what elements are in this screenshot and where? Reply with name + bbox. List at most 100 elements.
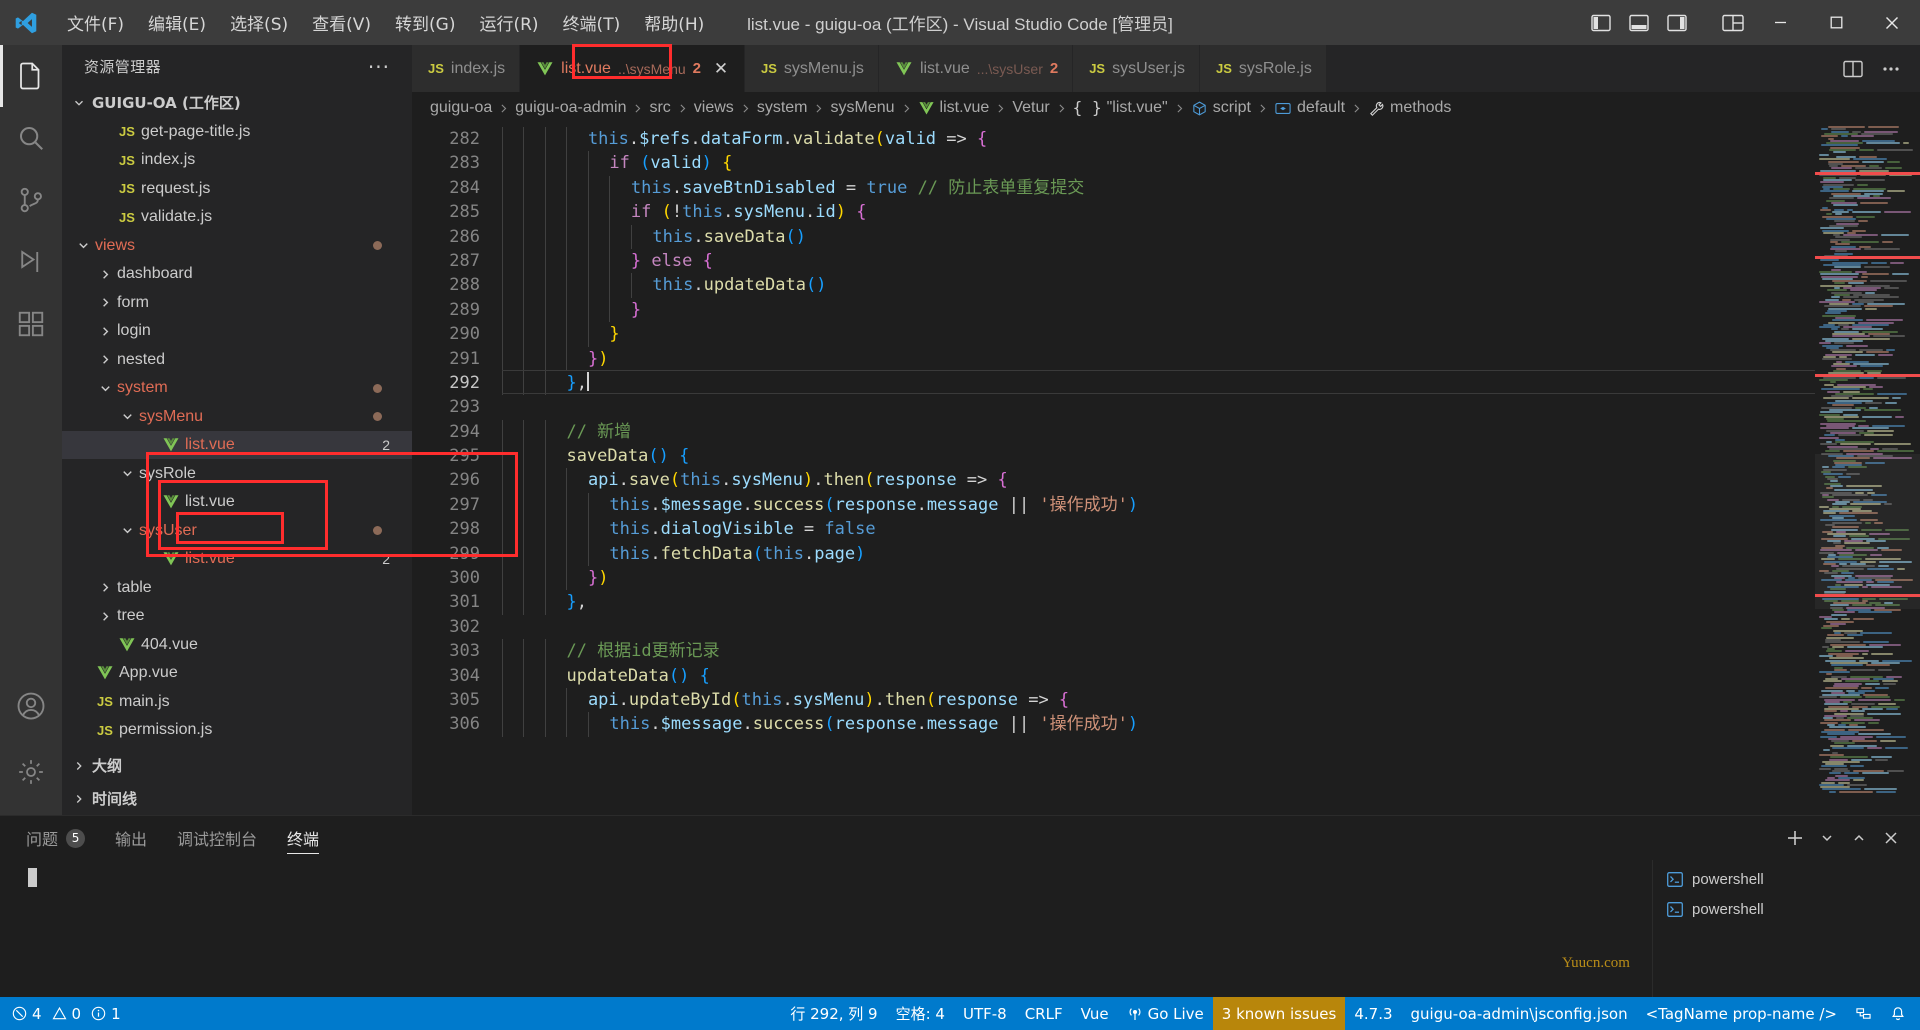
tree-item-main-js[interactable]: JSmain.js	[62, 687, 412, 716]
status-eol[interactable]: CRLF	[1016, 997, 1072, 1030]
status-known-issues[interactable]: 3 known issues	[1213, 997, 1346, 1030]
terminal-output[interactable]	[0, 860, 1652, 997]
menu-go[interactable]: 转到(G)	[384, 5, 466, 40]
breadcrumb[interactable]: guigu-oa guigu-oa-admin src views system sysM…	[412, 92, 1920, 124]
tree-item-404-vue[interactable]: 404.vue	[62, 630, 412, 659]
breadcrumb-item-methods[interactable]: methods	[1368, 99, 1451, 117]
split-editor-icon[interactable]	[1836, 52, 1870, 86]
toggle-secondary-sidebar-icon[interactable]	[1658, 0, 1696, 45]
window-minimize-button[interactable]	[1752, 0, 1808, 45]
menu-file[interactable]: 文件(F)	[56, 5, 135, 40]
window-maximize-button[interactable]	[1808, 0, 1864, 45]
status-indentation[interactable]: 空格: 4	[887, 997, 954, 1030]
toggle-primary-sidebar-icon[interactable]	[1582, 0, 1620, 45]
tree-item-request-js[interactable]: JSrequest.js	[62, 174, 412, 203]
activity-extensions-icon[interactable]	[0, 293, 62, 355]
breadcrumb-item-src[interactable]: src	[649, 99, 670, 117]
toggle-panel-icon[interactable]	[1620, 0, 1658, 45]
tree-item-permission-js[interactable]: JSpermission.js	[62, 716, 412, 745]
status-tagname[interactable]: <TagName prop-name />	[1637, 997, 1846, 1030]
breadcrumb-item-default[interactable]: default	[1274, 99, 1345, 117]
terminal-dropdown-icon[interactable]	[1812, 823, 1842, 853]
panel-tab-debug-console[interactable]: 调试控制台	[177, 816, 257, 860]
tree-item-sysrole[interactable]: sysRole	[62, 459, 412, 488]
status-go-live[interactable]: Go Live	[1118, 997, 1213, 1030]
status-jsconfig[interactable]: guigu-oa-admin\jsconfig.json	[1402, 997, 1637, 1030]
panel-tab-output[interactable]: 输出	[115, 816, 147, 860]
tab-sysmenu-js[interactable]: JSsysMenu.js	[745, 45, 879, 92]
status-notifications-bell-icon[interactable]	[1881, 997, 1920, 1030]
breadcrumb-item-list-vue[interactable]: list.vue	[918, 99, 990, 117]
tree-item-get-page-title-js[interactable]: JSget-page-title.js	[62, 117, 412, 146]
minimap[interactable]	[1815, 124, 1920, 815]
maximize-panel-icon[interactable]	[1844, 823, 1874, 853]
tree-item-views[interactable]: views	[62, 231, 412, 260]
menu-edit[interactable]: 编辑(E)	[137, 5, 217, 40]
terminal-instance-2[interactable]: powershell	[1653, 894, 1920, 924]
tree-item-sysmenu[interactable]: sysMenu	[62, 402, 412, 431]
tree-item-tree[interactable]: tree	[62, 602, 412, 631]
terminal-instance-1[interactable]: powershell	[1653, 864, 1920, 894]
workspace-section-header[interactable]: GUIGU-OA (工作区)	[62, 88, 412, 117]
customize-layout-icon[interactable]	[1714, 0, 1752, 45]
menu-terminal[interactable]: 终端(T)	[552, 5, 632, 40]
tab-close-icon[interactable]: ✕	[712, 59, 730, 79]
tree-item-list-vue[interactable]: list.vue	[62, 488, 412, 517]
file-tree[interactable]: JSget-page-title.jsJSindex.jsJSrequest.j…	[62, 117, 412, 749]
status-version[interactable]: 4.7.3	[1345, 997, 1401, 1030]
tree-item-sysuser[interactable]: sysUser	[62, 516, 412, 545]
activity-explorer-icon[interactable]	[0, 45, 62, 107]
breadcrumb-item-vetur[interactable]: Vetur	[1012, 99, 1049, 117]
breadcrumb-item-guigu-oa-admin[interactable]: guigu-oa-admin	[515, 99, 626, 117]
tab-sysuser-js[interactable]: JSsysUser.js	[1073, 45, 1200, 92]
tree-item-table[interactable]: table	[62, 573, 412, 602]
outline-section[interactable]: 大纲	[62, 749, 412, 782]
menu-help[interactable]: 帮助(H)	[633, 5, 715, 40]
activity-accounts-icon[interactable]	[0, 675, 62, 737]
sidebar-more-actions-icon[interactable]: ···	[368, 55, 390, 79]
breadcrumb-item-views[interactable]: views	[694, 99, 734, 117]
tree-item-app-vue[interactable]: App.vue	[62, 659, 412, 688]
tree-item-login[interactable]: login	[62, 317, 412, 346]
status-problems[interactable]: 4 0 1	[0, 997, 130, 1030]
breadcrumb-item-guigu-oa[interactable]: guigu-oa	[430, 99, 492, 117]
breadcrumb-item--list-vue-[interactable]: { }"list.vue"	[1073, 98, 1168, 118]
breadcrumb-item-script[interactable]: script	[1191, 99, 1251, 117]
tree-item-index-js[interactable]: JSindex.js	[62, 146, 412, 175]
tree-item-validate-js[interactable]: JSvalidate.js	[62, 203, 412, 232]
tab-list-vue-sysmenu[interactable]: list.vue..\sysMenu2✕	[520, 45, 745, 92]
tab-sysrole-js[interactable]: JSsysRole.js	[1200, 45, 1327, 92]
menu-run[interactable]: 运行(R)	[468, 5, 549, 40]
panel-tab-problems[interactable]: 问题 5	[26, 816, 85, 860]
activity-search-icon[interactable]	[0, 107, 62, 169]
tree-item-form[interactable]: form	[62, 288, 412, 317]
tree-item-list-vue[interactable]: list.vue2	[62, 545, 412, 574]
activity-settings-gear-icon[interactable]	[0, 741, 62, 803]
editor-more-actions-icon[interactable]	[1874, 52, 1908, 86]
panel-tab-terminal[interactable]: 终端	[287, 816, 319, 860]
tab-list-vue-sysuser[interactable]: list.vue...\sysUser2	[879, 45, 1073, 92]
tree-item-settings-js[interactable]: JSsettings.js	[62, 744, 412, 749]
tab-index-js[interactable]: JSindex.js	[412, 45, 520, 92]
code-text[interactable]: this.$refs.dataForm.validate(valid => { …	[502, 124, 1815, 815]
tree-item-list-vue[interactable]: list.vue2	[62, 431, 412, 460]
breadcrumb-item-sysmenu[interactable]: sysMenu	[830, 99, 894, 117]
window-close-button[interactable]	[1864, 0, 1920, 45]
status-language-mode[interactable]: Vue	[1072, 997, 1118, 1030]
timeline-section[interactable]: 时间线	[62, 782, 412, 815]
activity-source-control-icon[interactable]	[0, 169, 62, 231]
minimap-slider[interactable]	[1815, 454, 1920, 609]
tree-item-system[interactable]: system	[62, 374, 412, 403]
status-remote-icon[interactable]	[1846, 997, 1881, 1030]
close-panel-icon[interactable]	[1876, 823, 1906, 853]
breadcrumb-item-system[interactable]: system	[757, 99, 808, 117]
tree-item-dashboard[interactable]: dashboard	[62, 260, 412, 289]
activity-run-debug-icon[interactable]	[0, 231, 62, 293]
status-encoding[interactable]: UTF-8	[954, 997, 1016, 1030]
status-cursor-position[interactable]: 行 292, 列 9	[781, 997, 886, 1030]
editor-tabs[interactable]: JSindex.jslist.vue..\sysMenu2✕JSsysMenu.…	[412, 45, 1327, 92]
menu-view[interactable]: 查看(V)	[301, 5, 382, 40]
tree-item-nested[interactable]: nested	[62, 345, 412, 374]
new-terminal-icon[interactable]	[1780, 823, 1810, 853]
menu-selection[interactable]: 选择(S)	[219, 5, 299, 40]
